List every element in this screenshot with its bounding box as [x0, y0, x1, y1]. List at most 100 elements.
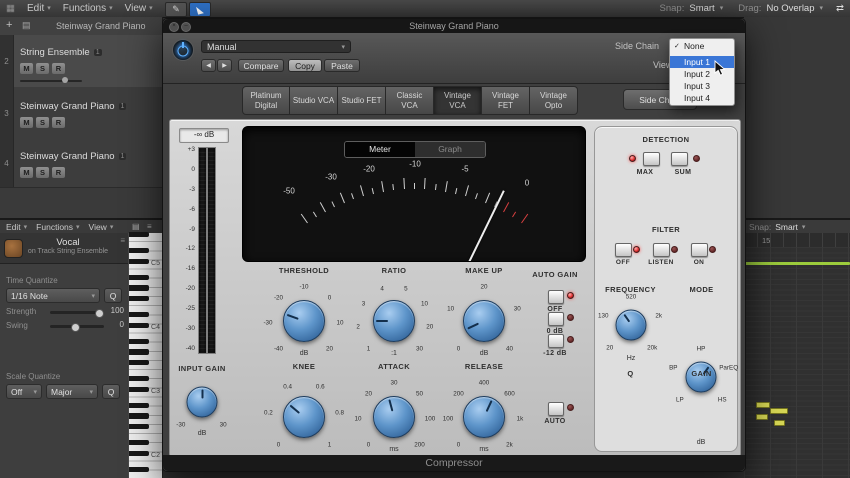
ratio-knob[interactable]: 1 2 3 4 5 10 20 30	[349, 286, 439, 353]
scale-quantize-q-button[interactable]: Q	[102, 384, 120, 399]
makeup-knob[interactable]: 0 10 20 30 40	[439, 284, 529, 353]
track-tool-icon[interactable]: ▤	[22, 20, 31, 31]
time-quantize-q-button[interactable]: Q	[104, 288, 122, 303]
track-volume-handle[interactable]	[62, 77, 68, 83]
piano-black-key[interactable]	[129, 440, 149, 446]
grid-icon[interactable]: ▦	[6, 3, 15, 14]
knob-dial[interactable]	[463, 300, 505, 342]
solo-button[interactable]: S	[36, 63, 49, 74]
threshold-knob[interactable]: -40 -30 -20 -10 0 10 20	[259, 284, 349, 353]
knob-dial[interactable]	[373, 396, 415, 438]
filter-listen-button[interactable]	[653, 243, 670, 257]
record-button[interactable]: R	[52, 63, 65, 74]
mute-button[interactable]: M	[20, 117, 33, 128]
knob-dial[interactable]	[615, 309, 647, 341]
mute-button[interactable]: M	[20, 63, 33, 74]
piano-black-key[interactable]	[129, 402, 149, 408]
time-quantize-select[interactable]: 1/16 Note ▾	[6, 288, 100, 303]
auto-release-button[interactable]	[548, 402, 564, 416]
piano-black-key[interactable]	[129, 296, 149, 302]
piano-black-key[interactable]	[129, 322, 149, 328]
auto-gain-0db-button[interactable]	[548, 312, 564, 326]
track-row[interactable]: 4 Steinway Grand Piano 1 M S R	[0, 139, 162, 188]
detection-max-button[interactable]	[643, 152, 660, 166]
piano-black-key[interactable]	[129, 349, 149, 355]
menu-item-input-4[interactable]: Input 4	[670, 92, 734, 104]
solo-button[interactable]: S	[36, 167, 49, 178]
swing-slider-handle[interactable]	[71, 323, 80, 332]
midi-note[interactable]	[756, 402, 770, 408]
menu-item-input-3[interactable]: Input 3	[670, 80, 734, 92]
knob-dial[interactable]	[283, 396, 325, 438]
release-knob[interactable]: 0 100 200 400 600 1k 2k	[439, 380, 529, 449]
piano-black-key[interactable]	[129, 413, 149, 419]
solo-button[interactable]: S	[36, 117, 49, 128]
piano-black-key[interactable]	[129, 285, 149, 291]
pr-menu-edit[interactable]: Edit ▾	[6, 222, 27, 232]
piano-black-key[interactable]	[129, 312, 149, 318]
circuit-vintage-vca[interactable]: Vintage VCA	[434, 86, 482, 115]
piano-keyboard[interactable]: C5 C4 C3 C2	[128, 232, 163, 478]
copy-button[interactable]: Copy	[288, 59, 322, 72]
pr-menu-functions[interactable]: Functions ▾	[36, 222, 79, 232]
track-volume-slider[interactable]	[20, 80, 82, 82]
menu-item-none[interactable]: ✓ None	[670, 40, 734, 52]
pointer-tool-button[interactable]	[189, 2, 211, 17]
swap-arrows-icon[interactable]: ⇄	[836, 3, 844, 14]
next-preset-button[interactable]: ▶	[217, 59, 232, 72]
circuit-platinum-digital[interactable]: Platinum Digital	[242, 86, 290, 115]
prev-preset-button[interactable]: ◀	[201, 59, 216, 72]
menu-view[interactable]: View ▾	[125, 3, 153, 14]
midi-note[interactable]	[756, 414, 768, 420]
compare-button[interactable]: Compare	[238, 59, 284, 72]
power-button[interactable]	[172, 39, 194, 61]
detection-sum-button[interactable]	[671, 152, 688, 166]
pr-menu-view[interactable]: View ▾	[89, 222, 114, 232]
piano-black-key[interactable]	[129, 248, 149, 254]
circuit-vintage-opto[interactable]: Vintage Opto	[530, 86, 578, 115]
circuit-studio-fet[interactable]: Studio FET	[338, 86, 386, 115]
menu-edit[interactable]: Edit ▾	[27, 3, 51, 14]
circuit-studio-vca[interactable]: Studio VCA	[290, 86, 338, 115]
filter-off-button[interactable]	[615, 243, 632, 257]
link-window-button[interactable]: –	[181, 22, 191, 32]
piano-black-key[interactable]	[129, 232, 149, 238]
knee-knob[interactable]: 0 0.2 0.4 0.6 0.8 1	[259, 383, 349, 449]
piano-view-icon[interactable]: ▤	[132, 222, 140, 231]
track-row[interactable]: 3 Steinway Grand Piano 1 M S R	[0, 87, 162, 140]
circuit-classic-vca[interactable]: Classic VCA	[386, 86, 434, 115]
piano-roll-ruler[interactable]: 15	[744, 233, 850, 248]
drag-select[interactable]: No Overlap	[766, 3, 814, 14]
piano-black-key[interactable]	[129, 386, 149, 392]
close-window-button[interactable]: ×	[169, 22, 179, 32]
input-gain-knob[interactable]: -30 30	[171, 376, 233, 429]
record-button[interactable]: R	[52, 117, 65, 128]
circuit-vintage-fet[interactable]: Vintage FET	[482, 86, 530, 115]
menu-item-input-1[interactable]: Input 1	[670, 56, 734, 76]
piano-black-key[interactable]	[129, 424, 149, 430]
midi-note[interactable]	[774, 420, 785, 426]
piano-black-key[interactable]	[129, 450, 149, 456]
piano-black-key[interactable]	[129, 466, 149, 472]
paste-button[interactable]: Paste	[324, 59, 360, 72]
knob-dial[interactable]	[373, 300, 415, 342]
filter-on-button[interactable]	[691, 243, 708, 257]
piano-black-key[interactable]	[129, 258, 149, 264]
pencil-tool-button[interactable]: ✎	[165, 2, 187, 17]
menu-functions[interactable]: Functions ▾	[63, 3, 113, 14]
midi-note[interactable]	[744, 262, 850, 265]
frequency-knob[interactable]: 20 130 520 2k 20k	[598, 294, 663, 352]
track-row[interactable]: 2 String Ensemble 1 M S R	[0, 35, 162, 88]
piano-black-key[interactable]	[129, 360, 149, 366]
strength-slider-handle[interactable]	[95, 309, 104, 318]
plugin-titlebar[interactable]: Steinway Grand Piano	[163, 19, 745, 33]
piano-black-key[interactable]	[129, 338, 149, 344]
list-view-icon[interactable]: ≡	[147, 222, 152, 231]
scale-root-select[interactable]: Off ▾	[6, 384, 42, 399]
preset-select[interactable]: Manual ▾	[201, 40, 351, 53]
snap-select[interactable]: Smart	[689, 3, 714, 14]
scale-select[interactable]: Major ▾	[46, 384, 98, 399]
knob-dial[interactable]	[186, 386, 218, 418]
knob-dial[interactable]	[283, 300, 325, 342]
attack-knob[interactable]: 0 10 20 30 50 100 200	[349, 380, 439, 449]
